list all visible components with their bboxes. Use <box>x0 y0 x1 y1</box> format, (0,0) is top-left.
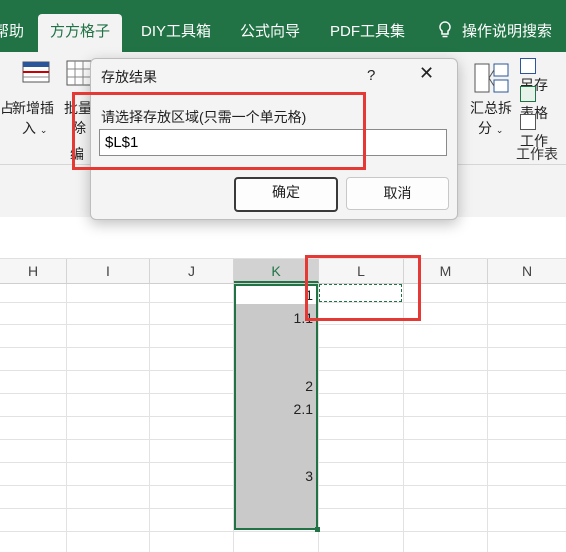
active-cell-k1[interactable] <box>236 286 316 304</box>
worksheet-group-label: 工作表 <box>516 146 558 162</box>
new-insert-button[interactable]: 新增插 入 ⌄ <box>12 98 54 138</box>
save-copy-icon <box>520 58 536 74</box>
column-headers: H I J K L M N <box>0 259 566 284</box>
summarize-split-icon <box>474 63 509 93</box>
tab-search[interactable]: 操作说明搜索 <box>438 16 552 52</box>
lightbulb-icon <box>439 21 451 38</box>
worksheet-grid[interactable]: 1 1.1 2 2.1 3 <box>0 284 566 552</box>
column-header-i[interactable]: I <box>67 259 150 283</box>
tab-pdf-tools[interactable]: PDF工具集 <box>330 16 405 52</box>
tab-fangfang[interactable]: 方方格子 <box>38 14 123 52</box>
formula-bar <box>0 218 566 259</box>
column-header-h[interactable]: H <box>0 259 67 283</box>
sheet-icon <box>520 114 536 130</box>
cell-k5: 2 <box>305 378 313 394</box>
ribbon-tab-bar: 帮助 方方格子 DIY工具箱 公式向导 PDF工具集 操作说明搜索 <box>0 0 566 52</box>
dialog-title: 存放结果 <box>101 69 157 85</box>
column-header-j[interactable]: J <box>150 259 234 283</box>
annotation-box-input <box>72 92 366 170</box>
help-icon[interactable]: ? <box>367 67 375 84</box>
annotation-box-l1 <box>305 255 421 321</box>
chevron-down-icon: ⌄ <box>39 125 48 135</box>
chevron-down-icon: ⌄ <box>495 125 504 135</box>
fill-handle[interactable] <box>315 527 320 532</box>
cancel-button[interactable]: 取消 <box>346 177 449 210</box>
batch-grid-icon <box>66 60 92 86</box>
column-header-n[interactable]: N <box>488 259 566 283</box>
cell-k6: 2.1 <box>293 401 313 417</box>
insert-table-icon <box>22 61 50 83</box>
tab-formula-wizard[interactable]: 公式向导 <box>240 16 300 52</box>
table-icon <box>520 86 536 102</box>
close-icon[interactable]: ✕ <box>419 63 434 84</box>
summarize-split-button[interactable]: 汇总拆 分 ⌄ <box>470 98 512 138</box>
tab-diy-toolbox[interactable]: DIY工具箱 <box>141 16 211 52</box>
tab-help[interactable]: 帮助 <box>0 16 24 52</box>
ok-button[interactable]: 确定 <box>234 177 338 212</box>
cell-k9: 3 <box>305 468 313 484</box>
